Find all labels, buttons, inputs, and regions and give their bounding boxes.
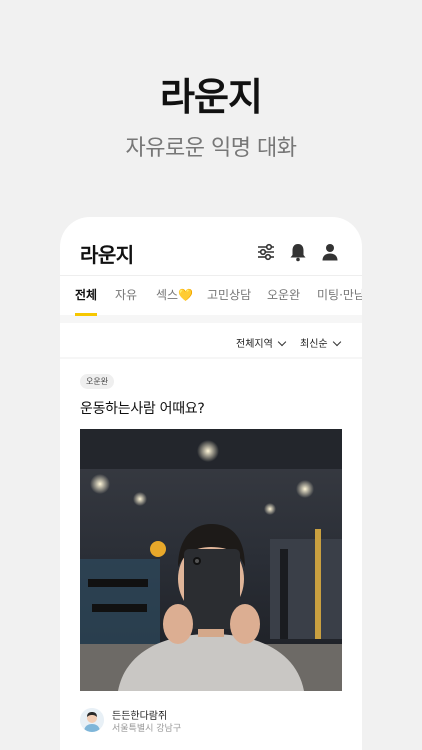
chevron-down-icon bbox=[277, 337, 287, 347]
sort-order-label: 최신순 bbox=[300, 339, 328, 350]
app-header: 라운지 bbox=[60, 217, 362, 275]
author-name: 든든한다람쥐 bbox=[112, 711, 168, 722]
filter-sliders-icon[interactable] bbox=[256, 242, 276, 262]
page-title: 라운지 bbox=[80, 243, 134, 267]
post-image[interactable] bbox=[80, 429, 342, 691]
region-filter-dropdown[interactable]: 전체지역 bbox=[236, 335, 287, 350]
post-card[interactable]: 오운완 운동하는사람 어때요? 든든한다람쥐 서울특별시 강남구 bbox=[60, 359, 362, 750]
tab-counsel[interactable]: 고민상담 bbox=[207, 286, 251, 303]
author-location: 서울특별시 강남구 bbox=[112, 724, 182, 734]
post-category-badge: 오운완 bbox=[80, 374, 115, 389]
sort-order-dropdown[interactable]: 최신순 bbox=[300, 335, 341, 350]
avatar[interactable] bbox=[80, 708, 104, 732]
bell-icon[interactable] bbox=[288, 242, 308, 262]
tab-all[interactable]: 전체 bbox=[75, 286, 97, 303]
tab-meeting[interactable]: 미팅·만남 bbox=[317, 286, 362, 303]
category-tabs: 전체 자유 섹스💛 고민상담 오운완 미팅·만남 bbox=[60, 275, 362, 316]
post-title[interactable]: 운동하는사람 어때요? bbox=[80, 398, 205, 418]
filter-bar: 전체지역 최신순 bbox=[60, 323, 362, 357]
user-profile-icon[interactable] bbox=[320, 242, 340, 262]
tab-workout[interactable]: 오운완 bbox=[267, 286, 300, 303]
tab-sex[interactable]: 섹스💛 bbox=[156, 286, 193, 303]
chevron-down-icon bbox=[332, 337, 341, 347]
active-tab-indicator bbox=[75, 313, 97, 316]
hero-subtitle: 자유로운 익명 대화 bbox=[125, 136, 297, 161]
tab-free[interactable]: 자유 bbox=[115, 286, 137, 303]
region-filter-label: 전체지역 bbox=[236, 339, 273, 350]
hero-title: 라운지 bbox=[160, 75, 263, 119]
phone-frame: 라운지 전체 자유 섹스💛 고민상담 오운완 미팅·만남 전체지역 최신순 오운… bbox=[60, 217, 362, 750]
